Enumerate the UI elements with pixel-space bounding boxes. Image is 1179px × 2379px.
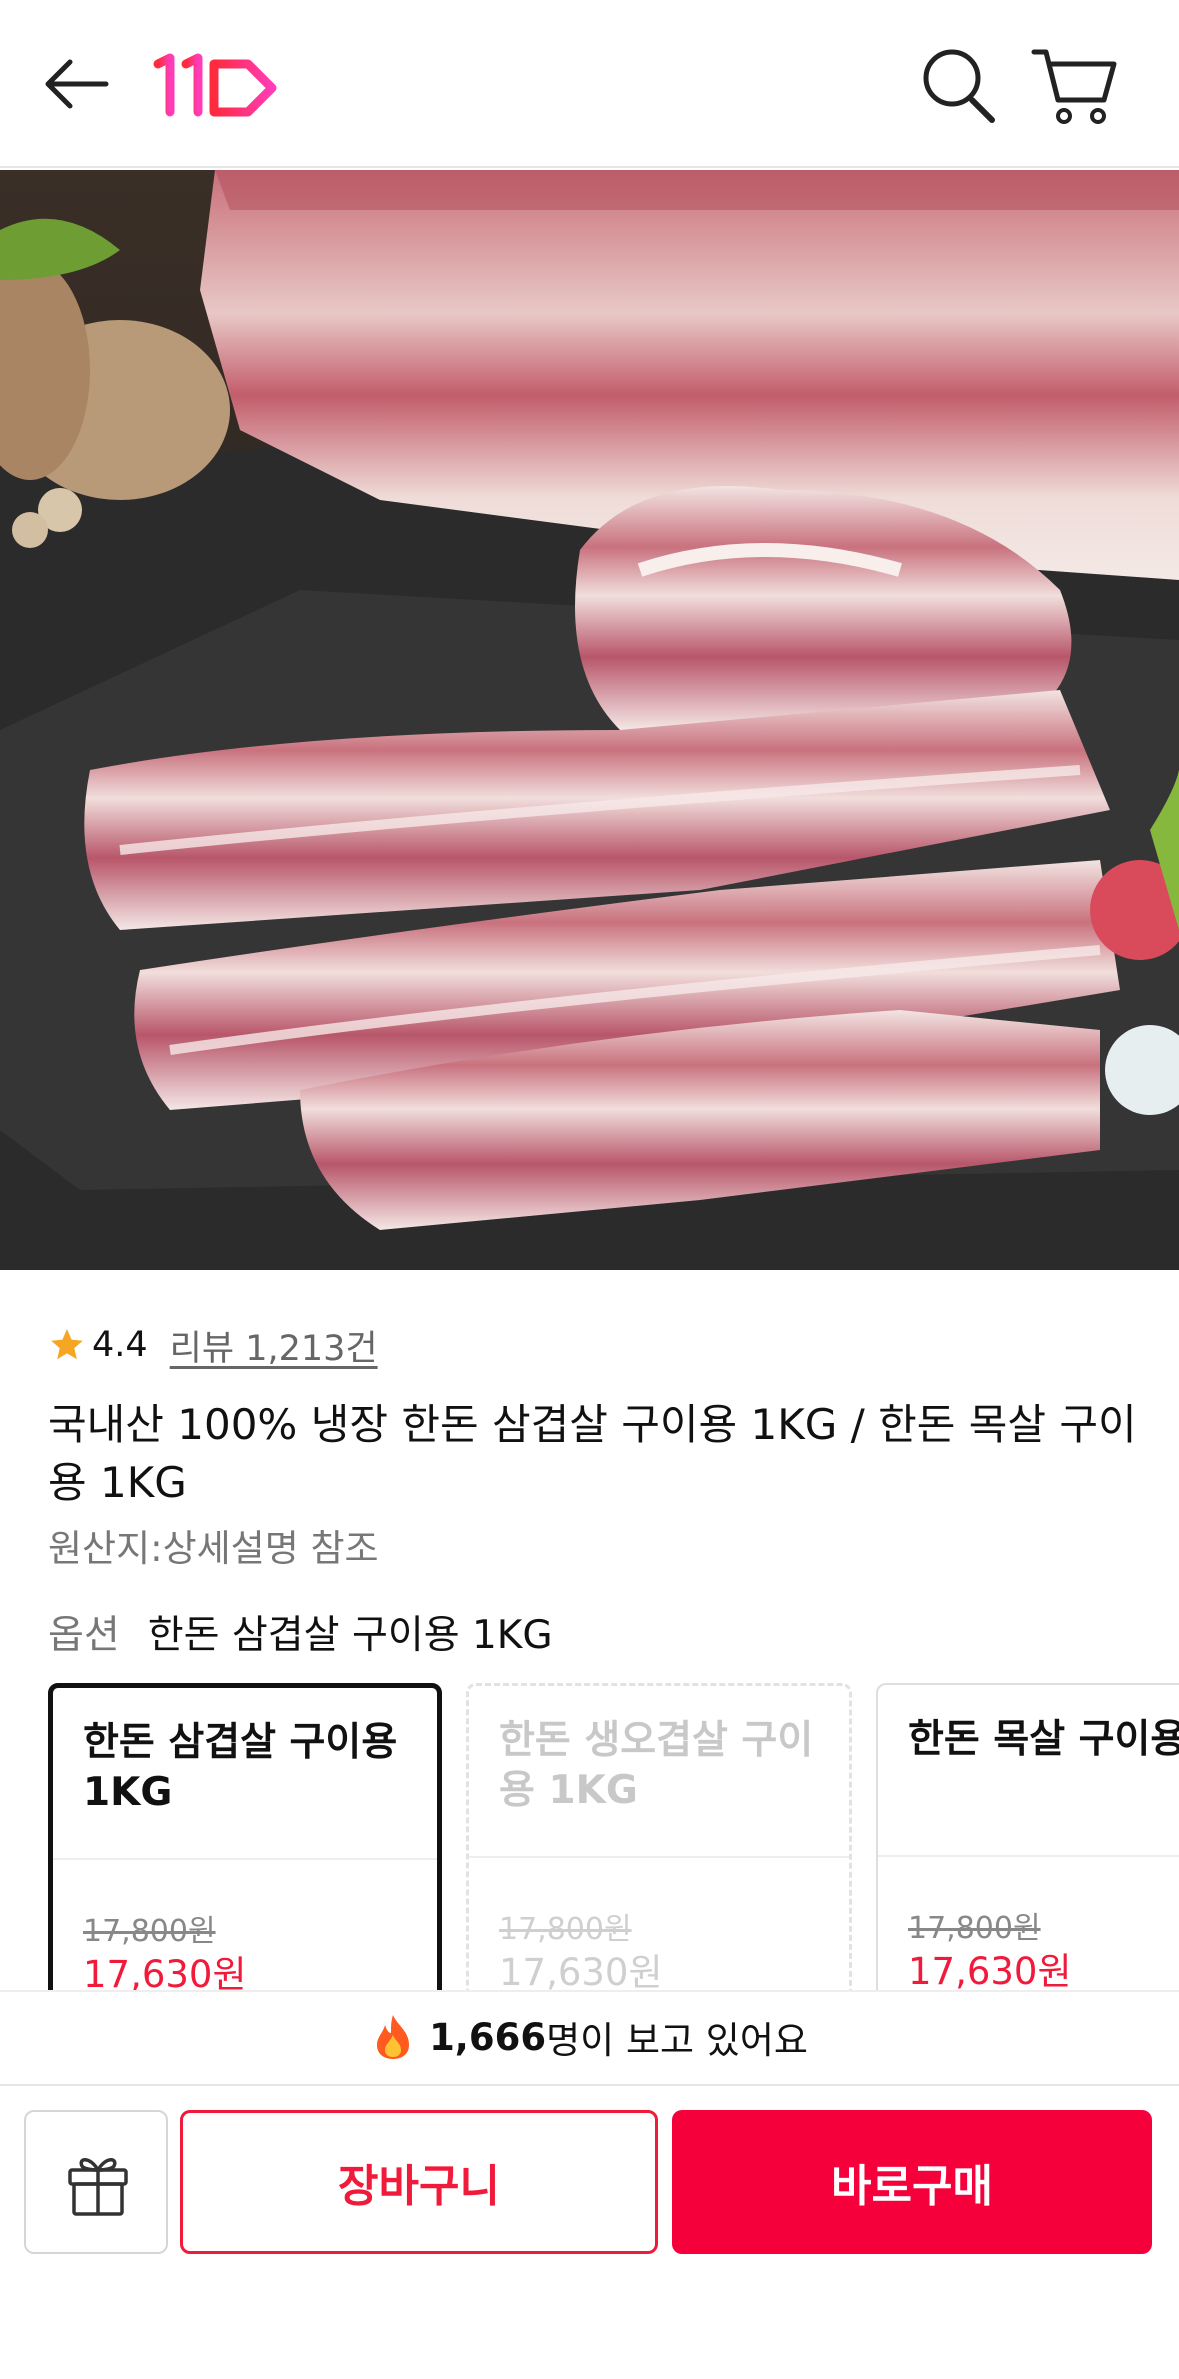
search-icon[interactable] (918, 42, 998, 126)
divider (469, 1856, 849, 1858)
product-title: 국내산 100% 냉장 한돈 삼겹살 구이용 1KG / 한돈 목살 구이용 1… (48, 1400, 1137, 1507)
option-sale-price: 17,630원 (908, 1950, 1072, 1993)
option-card[interactable]: 한돈 목살 구이용 1KG 17,800원 17,630원 (876, 1683, 1179, 2003)
product-origin: 원산지:상세설명 참조 (48, 1527, 379, 1570)
11st-logo[interactable] (152, 50, 282, 120)
add-to-cart-button[interactable]: 장바구니 (180, 2110, 658, 2254)
star-icon (51, 1329, 83, 1360)
divider (53, 1858, 437, 1860)
option-sale-price: 17,630원 (499, 1951, 663, 1994)
back-arrow-icon[interactable] (40, 52, 120, 116)
gift-icon (68, 2158, 128, 2216)
selected-option-value: 한돈 삼겹살 구이용 1KG (147, 1613, 553, 1658)
option-label: 옵션 (48, 1613, 120, 1658)
review-count-link[interactable]: 리뷰 1,213건 (170, 1320, 378, 1371)
rating-value: 4.4 (92, 1325, 148, 1365)
buy-now-button[interactable]: 바로구매 (672, 2110, 1152, 2254)
bottom-action-bar: 장바구니 바로구매 (0, 2084, 1179, 2379)
live-viewers-banner: 1,666 명이 보고 있어요 (0, 1990, 1179, 2082)
gift-button[interactable] (24, 2110, 168, 2254)
viewer-count: 1,666 (429, 2015, 547, 2059)
option-card-name: 한돈 생오겹살 구이용 1KG (499, 1718, 814, 1813)
cart-icon[interactable] (1030, 44, 1118, 128)
option-card-selected[interactable]: 한돈 삼겹살 구이용 1KG 17,800원 17,630원 (48, 1683, 442, 2003)
fire-icon (377, 2015, 410, 2059)
pork-belly-photo (0, 170, 1179, 1270)
option-card-name: 한돈 목살 구이용 1KG (908, 1717, 1179, 1762)
option-card-name: 한돈 삼겹살 구이용 1KG (83, 1720, 398, 1815)
option-row: 옵션 한돈 삼겹살 구이용 1KG (48, 1604, 553, 1660)
divider (878, 1855, 1179, 1857)
product-image[interactable] (0, 170, 1179, 1270)
viewer-suffix: 명이 보고 있어요 (546, 2019, 808, 2062)
option-card-disabled[interactable]: 한돈 생오겹살 구이용 1KG 17,800원 17,630원 (466, 1683, 852, 2003)
rating-row: 4.4 리뷰 1,213건 (48, 1320, 378, 1370)
top-header (0, 0, 1179, 168)
